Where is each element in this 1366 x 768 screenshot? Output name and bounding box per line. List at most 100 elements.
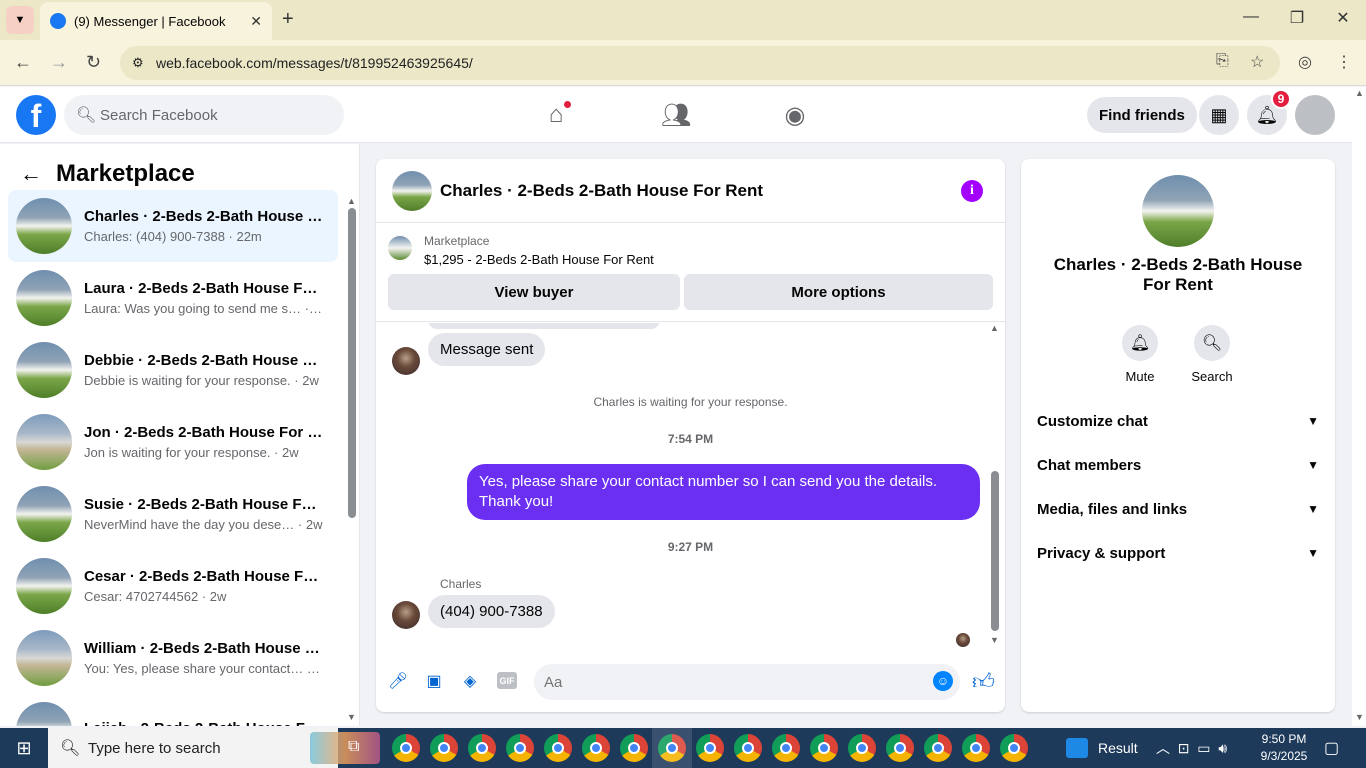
chrome-taskbar-icon[interactable] bbox=[506, 734, 534, 762]
profile-avatar[interactable] bbox=[1295, 95, 1335, 135]
microphone-icon[interactable]: 🎤︎ bbox=[387, 670, 409, 692]
window-close-button[interactable]: ✕ bbox=[1328, 8, 1358, 28]
browser-tab[interactable]: (9) Messenger | Facebook ✕ bbox=[40, 2, 272, 40]
message-scrollbar[interactable]: ▲ ▼ bbox=[989, 323, 1001, 649]
chrome-taskbar-icon[interactable] bbox=[1000, 734, 1028, 762]
task-view-icon[interactable]: ⧉ bbox=[348, 738, 359, 756]
notification-center-icon[interactable]: ▢ bbox=[1324, 738, 1339, 758]
scroll-up-icon[interactable]: ▲ bbox=[347, 196, 356, 206]
bookmark-star-icon[interactable]: ☆ bbox=[1250, 52, 1264, 72]
page-scrollbar[interactable]: ▲ ▼ bbox=[1352, 88, 1366, 726]
customize-chat-section[interactable]: Customize chat ▼ bbox=[1029, 399, 1327, 443]
emoji-icon[interactable]: ☺ bbox=[933, 671, 953, 691]
gif-icon[interactable]: GIF bbox=[497, 672, 517, 689]
chat-avatar[interactable] bbox=[392, 170, 432, 211]
scroll-down-icon[interactable]: ▼ bbox=[1355, 712, 1364, 722]
back-button[interactable]: ← bbox=[14, 52, 32, 73]
home-notification-dot bbox=[563, 100, 572, 109]
message-input[interactable] bbox=[534, 664, 960, 700]
facebook-logo-icon[interactable]: f bbox=[16, 95, 56, 135]
chrome-taskbar-icon[interactable] bbox=[430, 734, 458, 762]
minimize-button[interactable]: — bbox=[1236, 8, 1266, 26]
chrome-taskbar-icon[interactable] bbox=[810, 734, 838, 762]
network-icon[interactable]: ⊡ bbox=[1178, 740, 1190, 756]
site-info-icon[interactable]: ⚙ bbox=[132, 55, 144, 71]
info-icon[interactable]: i bbox=[961, 179, 983, 202]
conversation-item[interactable]: Cesar · 2-Beds 2-Bath House For Rent Cesa… bbox=[8, 550, 338, 622]
chrome-taskbar-icon[interactable] bbox=[962, 734, 990, 762]
volume-icon[interactable]: 🔊︎ bbox=[1218, 740, 1227, 756]
friends-icon[interactable]: 👥︎ bbox=[660, 99, 692, 131]
conversation-item[interactable]: Laura · 2-Beds 2-Bath House For Rent Laur… bbox=[8, 262, 338, 334]
conversation-item[interactable]: Susie · 2-Beds 2-Bath House For Rent Neve… bbox=[8, 478, 338, 550]
scrollbar-thumb[interactable] bbox=[991, 471, 999, 631]
weather-widget[interactable]: Result bbox=[1066, 738, 1138, 758]
scroll-down-icon[interactable]: ▼ bbox=[347, 712, 356, 722]
scroll-down-icon[interactable]: ▼ bbox=[990, 635, 999, 645]
find-friends-button[interactable]: Find friends bbox=[1087, 97, 1197, 133]
conversation-item[interactable]: William · 2-Beds 2-Bath House For Rent Yo… bbox=[8, 622, 338, 694]
chevron-up-icon[interactable]: ︿ bbox=[1156, 740, 1170, 756]
conversation-item[interactable]: Lajiah · 2-Beds 2-Bath House For Rent bbox=[8, 694, 338, 726]
clock-time: 9:50 PM bbox=[1261, 732, 1307, 746]
chrome-taskbar-icon[interactable] bbox=[924, 734, 952, 762]
groups-icon[interactable]: ◉ bbox=[779, 99, 811, 131]
photo-attach-icon[interactable]: ▣ bbox=[423, 670, 445, 692]
reload-button[interactable]: ↻ bbox=[86, 52, 101, 73]
chrome-taskbar-icon[interactable] bbox=[544, 734, 572, 762]
more-options-button[interactable]: More options bbox=[684, 274, 993, 310]
chat-title[interactable]: Charles · 2-Beds 2-Bath House For Rent bbox=[440, 181, 961, 201]
chrome-taskbar-icon[interactable] bbox=[620, 734, 648, 762]
media-files-links-section[interactable]: Media, files and links ▼ bbox=[1029, 487, 1327, 531]
search-conversation-button[interactable]: 🔍︎ Search bbox=[1182, 325, 1242, 384]
mute-button[interactable]: 🔔︎ Mute bbox=[1110, 325, 1170, 384]
forward-button[interactable]: → bbox=[50, 52, 68, 73]
view-buyer-button[interactable]: View buyer bbox=[388, 274, 680, 310]
install-app-icon[interactable]: ⎘ bbox=[1216, 52, 1229, 70]
new-tab-button[interactable]: + bbox=[282, 8, 294, 31]
address-bar-row: ← → ↻ ⚙ web.facebook.com/messages/t/8199… bbox=[0, 40, 1366, 86]
chrome-taskbar-icon[interactable] bbox=[772, 734, 800, 762]
taskbar-search-box[interactable]: 🔍︎ Type here to search bbox=[48, 728, 380, 768]
chevron-down-icon: ▼ bbox=[14, 14, 26, 26]
facebook-search-input[interactable]: 🔍︎ Search Facebook bbox=[64, 95, 344, 135]
chrome-taskbar-icon[interactable] bbox=[734, 734, 762, 762]
thumbs-up-icon[interactable]: 👍︎ bbox=[972, 668, 995, 695]
menu-kebab-icon[interactable]: ⋮ bbox=[1336, 52, 1352, 72]
chrome-taskbar-icon[interactable] bbox=[652, 728, 692, 768]
sticker-icon[interactable]: ◈ bbox=[459, 670, 481, 692]
sidebar-scrollbar[interactable]: ▲ ▼ bbox=[345, 194, 359, 726]
close-icon[interactable]: ✕ bbox=[250, 13, 262, 30]
conversation-item[interactable]: Debbie · 2-Beds 2-Bath House For Rent Deb… bbox=[8, 334, 338, 406]
system-tray[interactable]: ︿ ⊡ ▭ 🔊︎ bbox=[1156, 738, 1227, 758]
tab-search-dropdown[interactable]: ▼ bbox=[6, 6, 34, 34]
taskbar-clock[interactable]: 9:50 PM 9/3/2025 bbox=[1254, 731, 1314, 765]
restore-button[interactable]: ❐ bbox=[1282, 8, 1312, 28]
sender-avatar[interactable] bbox=[392, 347, 420, 375]
mute-label: Mute bbox=[1125, 369, 1155, 384]
browser-tab-bar: ▼ (9) Messenger | Facebook ✕ + — ❐ ✕ bbox=[0, 0, 1366, 40]
chrome-taskbar-icon[interactable] bbox=[392, 734, 420, 762]
chrome-taskbar-icon[interactable] bbox=[886, 734, 914, 762]
scrollbar-thumb[interactable] bbox=[348, 208, 356, 518]
conversation-item[interactable]: Charles · 2-Beds 2-Bath House For Rent Ch… bbox=[8, 190, 338, 262]
windows-start-icon[interactable]: ⊞ bbox=[0, 728, 48, 768]
listing-thumbnail[interactable] bbox=[388, 236, 412, 260]
chrome-taskbar-icon[interactable] bbox=[468, 734, 496, 762]
chrome-taskbar-icon[interactable] bbox=[696, 734, 724, 762]
back-arrow-icon[interactable]: ← bbox=[20, 161, 44, 187]
chrome-taskbar-icon[interactable] bbox=[848, 734, 876, 762]
contact-avatar[interactable] bbox=[1142, 175, 1214, 247]
battery-icon[interactable]: ▭ bbox=[1197, 740, 1210, 756]
conversation-item[interactable]: Jon · 2-Beds 2-Bath House For Rent Jon is… bbox=[8, 406, 338, 478]
sender-avatar[interactable] bbox=[392, 601, 420, 629]
chrome-taskbar-icon[interactable] bbox=[582, 734, 610, 762]
privacy-support-section[interactable]: Privacy & support ▼ bbox=[1029, 531, 1327, 575]
chat-members-section[interactable]: Chat members ▼ bbox=[1029, 443, 1327, 487]
menu-grid-icon[interactable]: ▦ bbox=[1199, 95, 1239, 135]
profile-icon[interactable]: ◎ bbox=[1298, 52, 1312, 72]
url-bar[interactable]: ⚙ web.facebook.com/messages/t/8199524639… bbox=[120, 46, 1280, 80]
listing-title[interactable]: $1,295 - 2-Beds 2-Bath House For Rent bbox=[424, 252, 654, 267]
scroll-up-icon[interactable]: ▲ bbox=[990, 323, 999, 333]
scroll-up-icon[interactable]: ▲ bbox=[1355, 88, 1364, 98]
